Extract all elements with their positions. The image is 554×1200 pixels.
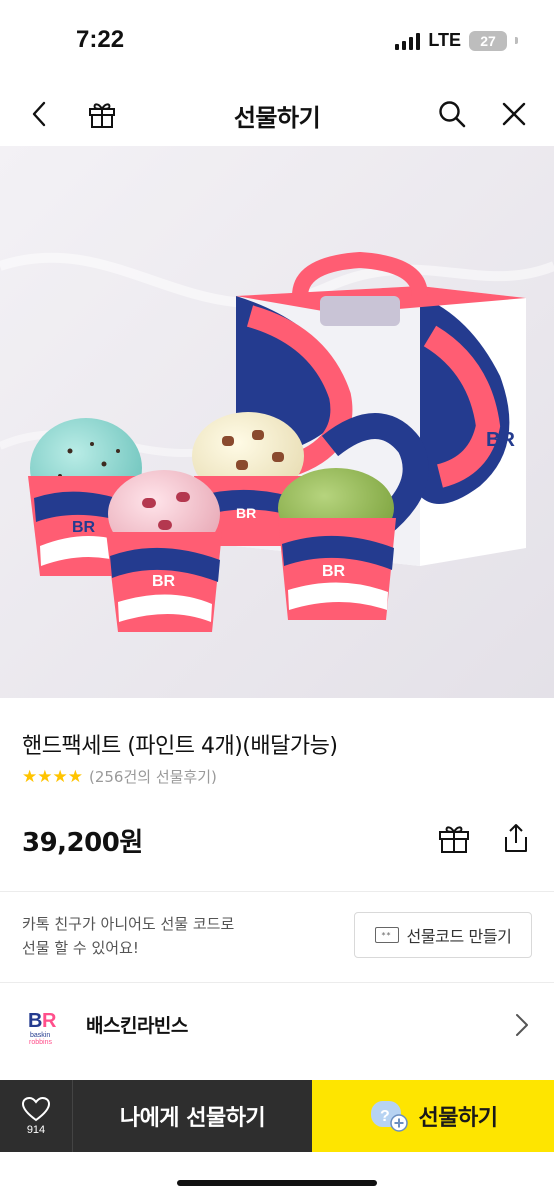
brand-row[interactable]: B R baskin robbins 배스킨라빈스 <box>0 983 554 1067</box>
baskin-robbins-logo: B R baskin robbins <box>28 1010 57 1046</box>
gift-code-line-1: 카톡 친구가 아니어도 선물 코드로 <box>22 915 235 933</box>
status-bar: 7:22 LTE 27 <box>0 0 554 82</box>
create-gift-code-button[interactable]: ** 선물코드 만들기 <box>354 912 532 958</box>
chevron-right-icon <box>516 1014 528 1036</box>
share-button[interactable] <box>498 820 534 856</box>
svg-text:BR: BR <box>322 563 346 580</box>
svg-text:robbins: robbins <box>29 1039 52 1046</box>
brand-name: 배스킨라빈스 <box>86 1015 188 1037</box>
gift-code-line-2: 선물 할 수 있어요! <box>22 939 139 957</box>
close-button[interactable] <box>492 92 536 136</box>
code-ticket-icon: ** <box>374 927 399 943</box>
svg-text:BR: BR <box>72 519 96 536</box>
like-count: 914 <box>26 1124 46 1136</box>
ice-cream-cup-greentea: BR <box>278 468 396 620</box>
search-button[interactable] <box>430 92 474 136</box>
review-count: (256건의 선물후기) <box>88 768 217 786</box>
star-rating-icon: ★★★★ <box>22 766 83 787</box>
svg-text:baskin: baskin <box>30 1032 50 1039</box>
svg-text:BR: BR <box>486 429 515 451</box>
battery-tip <box>515 37 518 44</box>
wishlist-gift-button[interactable] <box>436 820 472 856</box>
rating-row[interactable]: ★★★★ (256건의 선물후기) <box>22 766 217 787</box>
status-indicators: LTE 27 <box>395 30 518 51</box>
svg-text:BR: BR <box>152 573 176 590</box>
search-icon <box>439 101 466 128</box>
svg-text:B: B <box>28 1010 42 1032</box>
svg-text:?: ? <box>380 1108 389 1125</box>
nav-bar: 선물하기 <box>0 82 554 146</box>
create-gift-code-label: 선물코드 만들기 <box>406 927 512 946</box>
gift-to-self-label: 나에게 선물하기 <box>119 1106 266 1131</box>
svg-text:R: R <box>42 1010 57 1032</box>
battery-level: 27 <box>480 32 496 49</box>
svg-text:BR: BR <box>236 505 256 521</box>
status-time: 7:22 <box>76 26 125 53</box>
send-gift-button[interactable]: ? 선물하기 <box>312 1080 554 1152</box>
gift-to-self-button[interactable]: 나에게 선물하기 <box>72 1080 312 1152</box>
battery-icon: 27 <box>469 30 507 51</box>
gift-code-description: 카톡 친구가 아니어도 선물 코드로 선물 할 수 있어요! <box>22 912 322 960</box>
add-friend-icon: ? <box>370 1101 408 1132</box>
like-button[interactable]: 914 <box>0 1080 72 1152</box>
close-icon <box>502 102 526 126</box>
signal-icon <box>395 32 421 50</box>
gift-box-icon <box>439 826 469 853</box>
product-title: 핸드팩세트 (파인트 4개)(배달가능) <box>22 734 338 759</box>
ice-cream-cup-strawberry: BR <box>106 470 222 632</box>
send-gift-label: 선물하기 <box>418 1106 498 1131</box>
product-image: BR BR BR BR BR <box>0 146 554 698</box>
network-label: LTE <box>428 30 461 50</box>
divider <box>0 891 554 892</box>
product-photo: BR BR BR BR BR <box>0 146 554 698</box>
home-indicator <box>177 1180 377 1186</box>
price-actions <box>436 820 534 856</box>
share-icon <box>505 824 527 852</box>
heart-icon <box>21 1096 51 1122</box>
bottom-action-bar: 914 나에게 선물하기 ? 선물하기 <box>0 1080 554 1152</box>
product-price: 39,200원 <box>22 828 143 858</box>
